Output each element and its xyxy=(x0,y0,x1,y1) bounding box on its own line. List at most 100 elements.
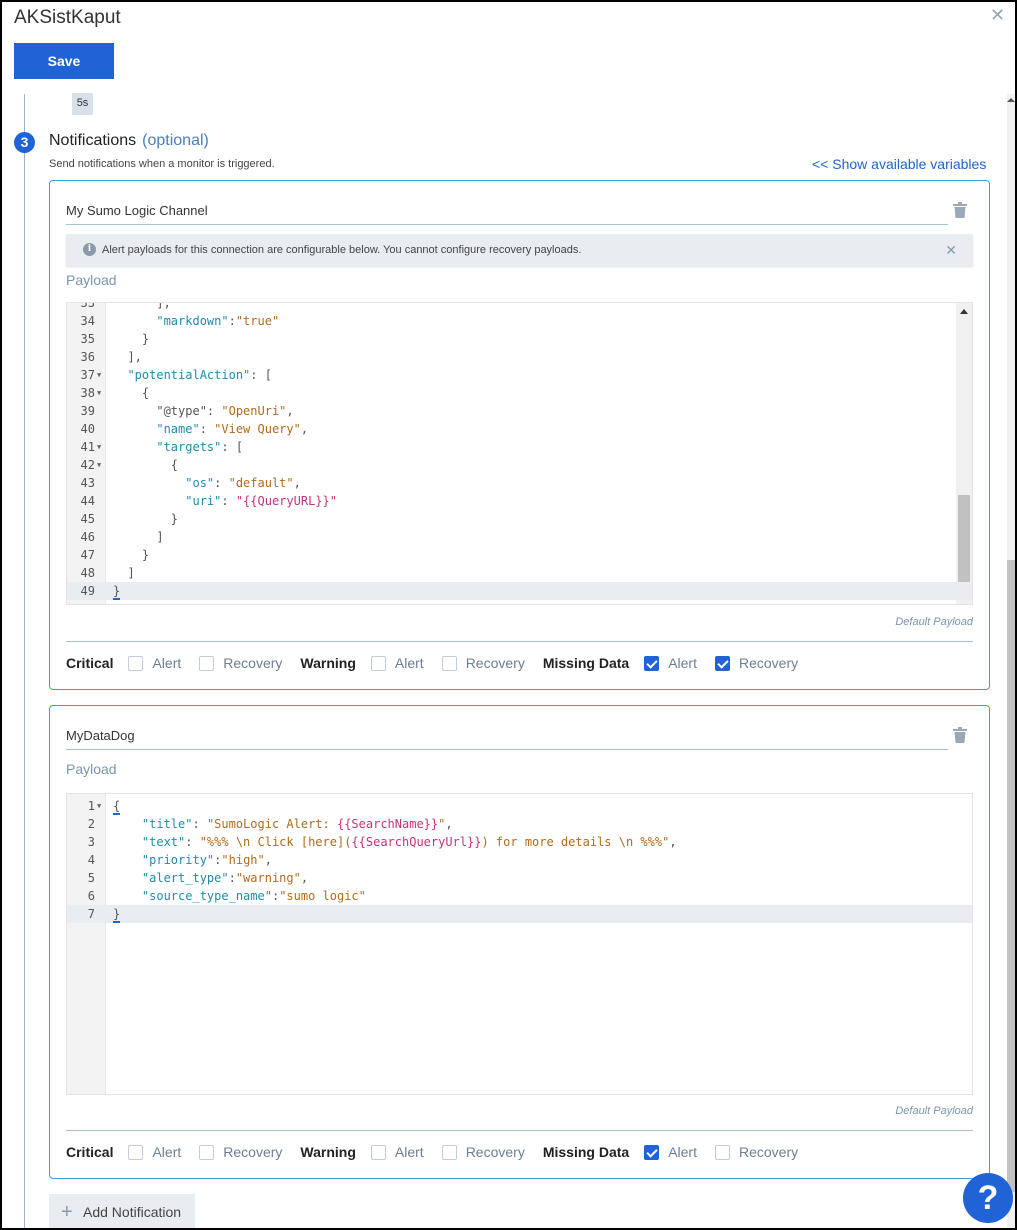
code-line[interactable]: 37 ▼ "potentialAction": [ xyxy=(67,366,972,384)
page-scroll-thumb[interactable] xyxy=(1007,560,1015,1192)
code-line[interactable]: 7} xyxy=(67,905,972,923)
line-number: 48 xyxy=(80,566,95,580)
alert-checkbox-label[interactable]: Alert xyxy=(152,1144,181,1160)
code-text: "title": "SumoLogic Alert: {{SearchName}… xyxy=(113,817,453,831)
code-text: "@type": "OpenUri", xyxy=(113,404,294,418)
help-button[interactable]: ? xyxy=(963,1173,1013,1223)
code-line[interactable]: 5 "alert_type":"warning", xyxy=(67,869,972,887)
recovery-checkbox-label[interactable]: Recovery xyxy=(223,655,282,671)
trigger-type-label: Critical xyxy=(66,1144,114,1160)
code-line[interactable]: 47 } xyxy=(67,546,972,564)
code-text: "os": "default", xyxy=(113,476,301,490)
info-banner: i Alert payloads for this connection are… xyxy=(66,234,973,266)
line-number: 40 xyxy=(80,422,95,436)
alert-checkbox[interactable] xyxy=(128,1144,144,1160)
code-line[interactable]: 39 "@type": "OpenUri", xyxy=(67,402,972,420)
code-line[interactable]: 38 ▼ { xyxy=(67,384,972,402)
trash-icon[interactable] xyxy=(953,202,967,218)
payload-code-editor[interactable]: 1 ▼{2 "title": "SumoLogic Alert: {{Search… xyxy=(66,793,973,1095)
step-connector-line xyxy=(24,94,25,1228)
connection-name-field[interactable] xyxy=(66,203,948,225)
code-line[interactable]: 48 ] xyxy=(67,564,972,582)
alert-checkbox-label[interactable]: Alert xyxy=(395,655,424,671)
code-line[interactable]: 34 "markdown":"true" xyxy=(67,312,972,330)
code-line[interactable]: 2 "title": "SumoLogic Alert: {{SearchNam… xyxy=(67,815,972,833)
bracket-match-marker xyxy=(113,921,120,923)
trigger-options: Critical Alert Recovery Warning Alert Recover… xyxy=(66,1142,816,1162)
payload-code-editor[interactable]: 33 ], 34 "markdown":"true" 35 } 36 ], 37 ▼ "p… xyxy=(66,302,973,605)
trigger-type-label: Warning xyxy=(300,655,356,671)
code-line[interactable]: 49} xyxy=(67,582,972,600)
code-text: "targets": [ xyxy=(113,440,244,454)
save-button[interactable]: Save xyxy=(14,43,114,79)
notification-card-sumo-logic: i Alert payloads for this connection are… xyxy=(49,180,990,690)
trigger-type-label: Critical xyxy=(66,655,114,671)
code-line[interactable]: 6 "source_type_name":"sumo logic" xyxy=(67,887,972,905)
code-line[interactable]: 3 "text": "%%% \n Click [here]({{SearchQ… xyxy=(67,833,972,851)
default-payload-link[interactable]: Default Payload xyxy=(895,1105,973,1117)
code-line[interactable]: 36 ], xyxy=(67,348,972,366)
alert-checkbox[interactable] xyxy=(370,1144,386,1160)
code-line[interactable]: 33 ], xyxy=(67,302,972,312)
code-line[interactable]: 41 ▼ "targets": [ xyxy=(67,438,972,456)
alert-checkbox[interactable] xyxy=(644,1144,660,1160)
recovery-checkbox[interactable] xyxy=(714,655,730,671)
show-available-variables-link[interactable]: << Show available variables xyxy=(812,156,986,172)
alert-checkbox-label[interactable]: Alert xyxy=(668,1144,697,1160)
trigger-type-label: Warning xyxy=(300,1144,356,1160)
default-payload-link[interactable]: Default Payload xyxy=(895,616,973,628)
code-text: ], xyxy=(113,302,171,310)
code-text: "priority":"high", xyxy=(113,853,272,867)
recovery-checkbox-label[interactable]: Recovery xyxy=(466,655,525,671)
code-text: ] xyxy=(113,566,135,580)
code-text: "potentialAction": [ xyxy=(113,368,272,382)
add-notification-button[interactable]: + Add Notification xyxy=(49,1194,195,1228)
recovery-checkbox-label[interactable]: Recovery xyxy=(739,1144,798,1160)
duration-chip: 5s xyxy=(72,93,93,115)
line-number: 42 xyxy=(80,458,95,472)
section-description: Send notifications when a monitor is tri… xyxy=(49,158,275,170)
code-line[interactable]: 46 ] xyxy=(67,528,972,546)
alert-checkbox[interactable] xyxy=(370,655,386,671)
fold-toggle-icon[interactable]: ▼ xyxy=(97,366,101,384)
code-line[interactable]: 42 ▼ { xyxy=(67,456,972,474)
monitor-editor-panel: AKSistKaput ✕ Save 5s 3 Notifications (op… xyxy=(2,2,1015,1228)
alert-checkbox-label[interactable]: Alert xyxy=(395,1144,424,1160)
page-scrollbar[interactable] xyxy=(1007,94,1015,1228)
plus-icon: + xyxy=(61,1201,73,1223)
code-text: } xyxy=(113,548,150,562)
code-line[interactable]: 43 "os": "default", xyxy=(67,474,972,492)
alert-checkbox-label[interactable]: Alert xyxy=(152,655,181,671)
dismiss-banner-icon[interactable]: ✕ xyxy=(945,234,957,266)
code-line[interactable]: 44 "uri": "{{QueryURL}}" xyxy=(67,492,972,510)
fold-toggle-icon[interactable]: ▼ xyxy=(97,456,101,474)
recovery-checkbox[interactable] xyxy=(441,1144,457,1160)
recovery-checkbox[interactable] xyxy=(199,655,215,671)
alert-checkbox[interactable] xyxy=(644,655,660,671)
recovery-checkbox[interactable] xyxy=(199,1144,215,1160)
recovery-checkbox-label[interactable]: Recovery xyxy=(739,655,798,671)
recovery-checkbox[interactable] xyxy=(441,655,457,671)
payload-label: Payload xyxy=(66,761,117,777)
code-line[interactable]: 35 } xyxy=(67,330,972,348)
fold-toggle-icon[interactable]: ▼ xyxy=(97,384,101,402)
trash-icon[interactable] xyxy=(953,727,967,743)
line-number: 1 xyxy=(87,799,95,813)
code-line[interactable]: 40 "name": "View Query", xyxy=(67,420,972,438)
line-number: 35 xyxy=(80,332,95,346)
alert-checkbox-label[interactable]: Alert xyxy=(668,655,697,671)
scroll-up-arrow-icon[interactable] xyxy=(1007,98,1015,102)
fold-toggle-icon[interactable]: ▼ xyxy=(97,797,101,815)
close-icon[interactable]: ✕ xyxy=(990,5,1005,26)
code-line[interactable]: 1 ▼{ xyxy=(67,797,972,815)
recovery-checkbox-label[interactable]: Recovery xyxy=(223,1144,282,1160)
code-line[interactable]: 45 } xyxy=(67,510,972,528)
code-line[interactable]: 4 "priority":"high", xyxy=(67,851,972,869)
fold-toggle-icon[interactable]: ▼ xyxy=(97,438,101,456)
recovery-checkbox-label[interactable]: Recovery xyxy=(466,1144,525,1160)
alert-checkbox[interactable] xyxy=(128,655,144,671)
code-text: "markdown":"true" xyxy=(113,314,280,328)
recovery-checkbox[interactable] xyxy=(714,1144,730,1160)
connection-name-field[interactable] xyxy=(66,728,948,750)
line-number: 37 xyxy=(80,368,95,382)
